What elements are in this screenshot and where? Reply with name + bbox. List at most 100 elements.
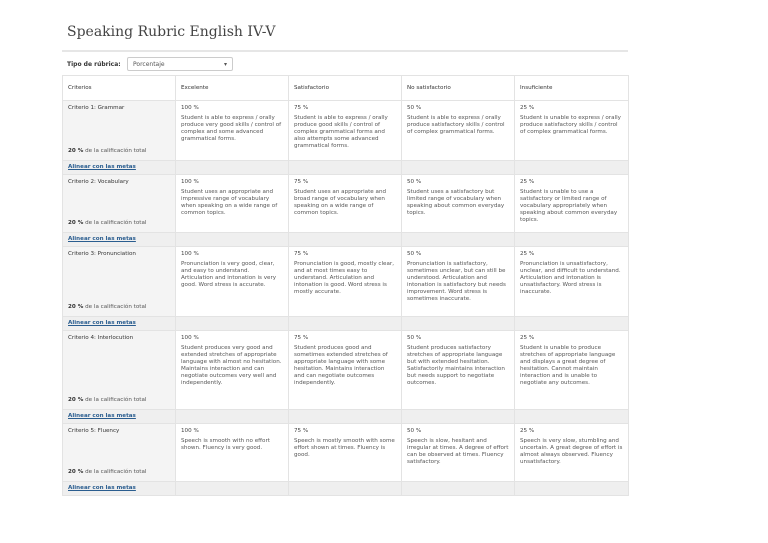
level-cell[interactable]: 75 % Student uses an appropriate and broa… (288, 174, 402, 233)
align-row: Alinear con las metas (62, 409, 629, 424)
align-empty-cell (514, 316, 629, 331)
align-goals-link[interactable]: Alinear con las metas (68, 320, 136, 326)
level-description: Student is unable to produce stretches o… (520, 345, 616, 386)
align-goals-link[interactable]: Alinear con las metas (68, 164, 136, 170)
align-empty-cell (175, 481, 289, 496)
weight-suffix: de la calificación total (85, 469, 147, 475)
level-cell[interactable]: 100 % Pronunciation is very good, clear, … (175, 246, 289, 317)
align-empty-cell (175, 232, 289, 247)
weight-suffix: de la calificación total (85, 397, 147, 403)
criterion-cell: Criterio 5: Fluency 20 % de la calificaci… (62, 423, 176, 482)
align-cell: Alinear con las metas (62, 481, 176, 496)
criterion-name: Criterio 1: Grammar (68, 105, 125, 111)
header-no-satisfactorio: No satisfactorio (401, 75, 515, 101)
level-cell[interactable]: 75 % Pronunciation is good, mostly clear,… (288, 246, 402, 317)
level-cell[interactable]: 100 % Student is able to express / orally… (175, 100, 289, 161)
level-description: Student produces very good and extended … (181, 345, 282, 386)
align-empty-cell (514, 409, 629, 424)
rubric-type-row: Tipo de rúbrica: Porcentaje ▾ (67, 56, 233, 72)
rubric-type-select[interactable]: Porcentaje ▾ (127, 57, 233, 71)
weight-suffix: de la calificación total (85, 148, 147, 154)
criterion-weight: 20 % de la calificación total (68, 469, 146, 475)
level-description: Student uses a satisfactory but limited … (407, 189, 505, 216)
level-cell[interactable]: 25 % Student is unable to express / orall… (514, 100, 629, 161)
align-row: Alinear con las metas (62, 316, 629, 331)
criterion-name: Criterio 3: Pronunciation (68, 251, 136, 257)
criterion-cell: Criterio 2: Vocabulary 20 % de la calific… (62, 174, 176, 233)
level-cell[interactable]: 50 % Student uses a satisfactory but limi… (401, 174, 515, 233)
align-cell: Alinear con las metas (62, 160, 176, 175)
align-row: Alinear con las metas (62, 232, 629, 247)
level-description: Speech is slow, hesitant and irregular a… (407, 438, 509, 465)
level-cell[interactable]: 25 % Student is unable to produce stretch… (514, 330, 629, 410)
criterion-row: Criterio 3: Pronunciation 20 % de la cali… (62, 246, 629, 317)
level-cell[interactable]: 50 % Speech is slow, hesitant and irregul… (401, 423, 515, 482)
level-percent: 75 % (294, 251, 309, 257)
criterion-row: Criterio 2: Vocabulary 20 % de la calific… (62, 174, 629, 233)
level-percent: 25 % (520, 335, 535, 341)
level-percent: 50 % (407, 105, 422, 111)
align-cell: Alinear con las metas (62, 316, 176, 331)
align-empty-cell (175, 316, 289, 331)
header-insuficiente: Insuficiente (514, 75, 629, 101)
level-percent: 25 % (520, 428, 535, 434)
criterion-weight: 20 % de la calificación total (68, 397, 146, 403)
level-cell[interactable]: 50 % Student produces satisfactory stretc… (401, 330, 515, 410)
align-empty-cell (514, 232, 629, 247)
level-percent: 75 % (294, 335, 309, 341)
align-empty-cell (514, 481, 629, 496)
level-cell[interactable]: 25 % Pronunciation is unsatisfactory, unc… (514, 246, 629, 317)
level-description: Student uses an appropriate and broad ra… (294, 189, 387, 216)
weight-suffix: de la calificación total (85, 304, 147, 310)
level-description: Student produces satisfactory stretches … (407, 345, 505, 386)
level-cell[interactable]: 50 % Student is able to express / orally … (401, 100, 515, 161)
header-excelente: Excelente (175, 75, 289, 101)
weight-value: 20 % (68, 148, 84, 154)
align-goals-link[interactable]: Alinear con las metas (68, 236, 136, 242)
header-satisfactorio: Satisfactorio (288, 75, 402, 101)
criterion-cell: Criterio 3: Pronunciation 20 % de la cali… (62, 246, 176, 317)
align-empty-cell (401, 316, 515, 331)
align-empty-cell (288, 316, 402, 331)
header-row: Criterios Excelente Satisfactorio No sat… (62, 75, 629, 101)
align-row: Alinear con las metas (62, 481, 629, 496)
level-cell[interactable]: 75 % Student is able to express / orally … (288, 100, 402, 161)
level-description: Speech is smooth with no effort shown. F… (181, 438, 270, 451)
level-description: Pronunciation is unsatisfactory, unclear… (520, 261, 621, 295)
level-percent: 50 % (407, 179, 422, 185)
weight-value: 20 % (68, 304, 84, 310)
align-empty-cell (288, 232, 402, 247)
level-cell[interactable]: 25 % Speech is very slow, stumbling and u… (514, 423, 629, 482)
align-goals-link[interactable]: Alinear con las metas (68, 485, 136, 491)
level-description: Student is able to express / orally prod… (407, 115, 505, 135)
criterion-name: Criterio 4: Interlocution (68, 335, 134, 341)
level-cell[interactable]: 75 % Speech is mostly smooth with some ef… (288, 423, 402, 482)
weight-suffix: de la calificación total (85, 220, 147, 226)
level-description: Student is unable to express / orally pr… (520, 115, 621, 135)
level-description: Student uses an appropriate and impressi… (181, 189, 278, 216)
align-empty-cell (175, 160, 289, 175)
rubric-type-label: Tipo de rúbrica: (67, 60, 121, 68)
level-percent: 50 % (407, 335, 422, 341)
level-cell[interactable]: 100 % Student produces very good and exte… (175, 330, 289, 410)
criterion-cell: Criterio 1: Grammar 20 % de la calificaci… (62, 100, 176, 161)
align-goals-link[interactable]: Alinear con las metas (68, 413, 136, 419)
level-percent: 100 % (181, 335, 199, 341)
level-description: Student is unable to use a satisfactory … (520, 189, 618, 223)
level-description: Student is able to express / orally prod… (294, 115, 388, 149)
level-cell[interactable]: 50 % Pronunciation is satisfactory, somet… (401, 246, 515, 317)
level-cell[interactable]: 100 % Speech is smooth with no effort sho… (175, 423, 289, 482)
level-cell[interactable]: 25 % Student is unable to use a satisfact… (514, 174, 629, 233)
rubric-type-value: Porcentaje (133, 60, 165, 68)
level-description: Speech is mostly smooth with some effort… (294, 438, 395, 458)
level-description: Pronunciation is very good, clear, and e… (181, 261, 277, 288)
weight-value: 20 % (68, 397, 84, 403)
level-description: Student produces good and sometimes exte… (294, 345, 388, 386)
align-cell: Alinear con las metas (62, 409, 176, 424)
level-cell[interactable]: 100 % Student uses an appropriate and imp… (175, 174, 289, 233)
level-percent: 100 % (181, 179, 199, 185)
rubric-table: Criterios Excelente Satisfactorio No sat… (62, 75, 629, 496)
level-percent: 75 % (294, 105, 309, 111)
align-empty-cell (288, 481, 402, 496)
level-cell[interactable]: 75 % Student produces good and sometimes … (288, 330, 402, 410)
